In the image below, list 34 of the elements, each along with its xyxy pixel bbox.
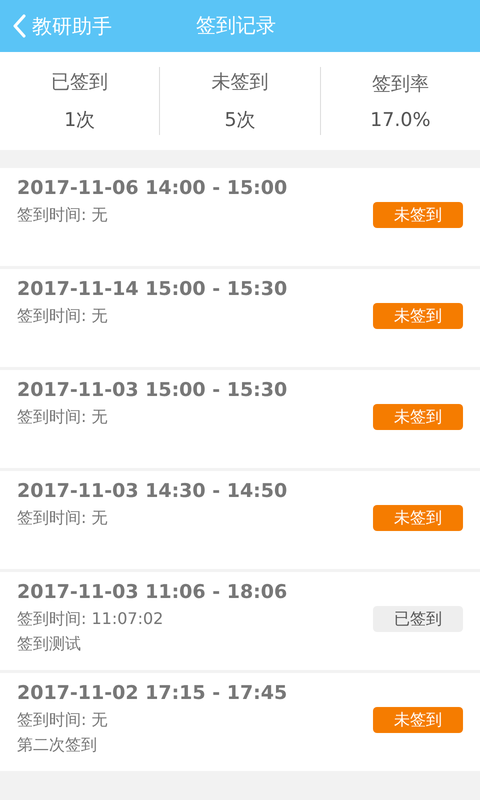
page-title: 签到记录 [196, 12, 276, 39]
time-range: 2017-11-02 17:15 - 17:45 [17, 681, 288, 705]
checkin-time: 签到时间: 11:07:02 [17, 608, 164, 630]
checkin-time: 签到时间: 无 [17, 710, 108, 730]
status-tag: 未签到 [373, 707, 463, 733]
time-range: 2017-11-03 14:30 - 14:50 [17, 479, 288, 503]
stat-label: 已签到 [51, 70, 108, 95]
stat-value: 5次 [224, 108, 256, 133]
status-tag: 未签到 [373, 505, 463, 531]
record-row[interactable]: 2017-11-14 15:00 - 15:30 签到时间: 无 未签到 [0, 269, 480, 367]
record-row[interactable]: 2017-11-06 14:00 - 15:00 签到时间: 无 未签到 [0, 168, 480, 266]
record-row[interactable]: 2017-11-03 15:00 - 15:30 签到时间: 无 未签到 [0, 370, 480, 468]
time-range: 2017-11-03 11:06 - 18:06 [17, 580, 288, 604]
checkin-time: 签到时间: 无 [17, 406, 108, 428]
checkin-time: 签到时间: 无 [17, 508, 108, 528]
status-tag: 已签到 [373, 606, 463, 632]
record-row[interactable]: 2017-11-03 14:30 - 14:50 签到时间: 无 未签到 [0, 471, 480, 569]
record-note: 第二次签到 [17, 735, 98, 756]
stat-label: 未签到 [211, 70, 268, 95]
time-range: 2017-11-03 15:00 - 15:30 [17, 378, 288, 402]
record-row[interactable]: 2017-11-02 17:15 - 17:45 签到时间: 无 未签到 第二次签到 [0, 673, 480, 771]
status-tag: 未签到 [373, 202, 463, 228]
checkin-time: 签到时间: 无 [17, 204, 108, 226]
record-note: 签到测试 [17, 634, 82, 655]
record-row[interactable]: 2017-11-03 11:06 - 18:06 签到时间: 11:07:02 已签到 签到测试 [0, 572, 480, 670]
stat-value: 17.0% [370, 109, 430, 131]
stat-value: 1次 [64, 108, 96, 133]
status-tag: 未签到 [373, 404, 463, 430]
status-tag: 未签到 [373, 303, 463, 329]
stat-label: 签到率 [372, 72, 429, 97]
time-range: 2017-11-14 15:00 - 15:30 [17, 277, 288, 301]
time-range: 2017-11-06 14:00 - 15:00 [17, 176, 288, 200]
back-chevron-icon [12, 14, 26, 38]
checkin-time: 签到时间: 无 [17, 306, 108, 326]
